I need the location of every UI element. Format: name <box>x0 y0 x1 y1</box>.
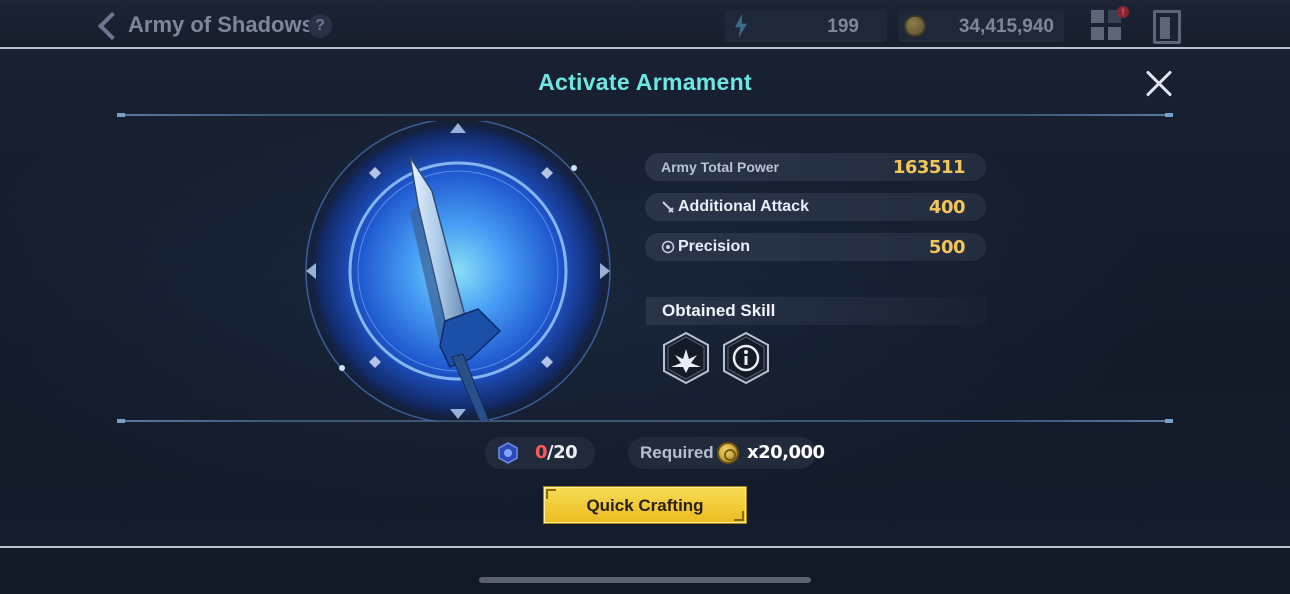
bottom-divider <box>117 419 1173 423</box>
question-icon[interactable]: ? <box>308 14 332 38</box>
activate-armament-modal: Activate Armament Army Total Power 16351… <box>0 47 1290 548</box>
stat-row-total-power: Army Total Power 163511 <box>645 153 986 181</box>
modal-title: Activate Armament <box>538 69 752 95</box>
gold-coin-icon <box>717 442 739 464</box>
page-title: Army of Shadows <box>128 12 314 37</box>
required-amount: x20,000 <box>747 442 825 463</box>
game-top-bar: Army of Shadows ? 199 34,415,940 ! <box>0 0 1290 50</box>
stat-label: Army Total Power <box>661 159 779 175</box>
background-bottom-strip <box>0 548 1290 594</box>
obtained-skill-header: Obtained Skill <box>646 297 986 325</box>
gold-value: 34,415,940 <box>958 16 1054 37</box>
blue-gem-icon <box>498 442 518 464</box>
notification-badge: ! <box>1117 6 1129 18</box>
burst-skill-icon[interactable] <box>661 331 711 385</box>
home-indicator[interactable] <box>479 577 811 583</box>
energy-icon <box>735 14 747 38</box>
sword-small-icon <box>662 201 674 213</box>
progress-count: 0/20 <box>535 442 578 463</box>
gold-coin-icon <box>904 15 926 37</box>
stat-row-precision: Precision 500 <box>645 233 986 261</box>
required-label: Required <box>640 443 714 462</box>
exit-door-icon[interactable] <box>1153 10 1181 44</box>
energy-resource[interactable]: 199 <box>725 10 887 42</box>
top-divider <box>117 113 1173 117</box>
back-arrow-icon[interactable] <box>94 10 124 42</box>
quick-crafting-label: Quick Crafting <box>586 496 704 515</box>
quick-crafting-button[interactable]: Quick Crafting <box>543 486 747 524</box>
energy-value: 199 <box>827 16 859 37</box>
required-cost: Required x20,000 <box>628 437 825 469</box>
gold-resource[interactable]: 34,415,940 <box>898 10 1064 42</box>
stat-label: Additional Attack <box>678 198 809 215</box>
weapon-emblem <box>304 121 612 421</box>
stat-value: 500 <box>928 237 966 258</box>
close-icon[interactable] <box>1140 67 1178 101</box>
target-icon <box>661 240 675 254</box>
progress-max: 20 <box>553 442 578 463</box>
info-icon[interactable] <box>721 331 771 385</box>
stat-label: Precision <box>678 238 751 255</box>
progress-current: 0 <box>535 442 548 463</box>
stat-row-additional-attack: Additional Attack 400 <box>645 193 986 221</box>
material-progress: 0/20 <box>485 437 595 469</box>
stat-value: 163511 <box>892 157 966 178</box>
obtained-skill-label: Obtained Skill <box>662 301 776 320</box>
stat-value: 400 <box>928 197 966 218</box>
